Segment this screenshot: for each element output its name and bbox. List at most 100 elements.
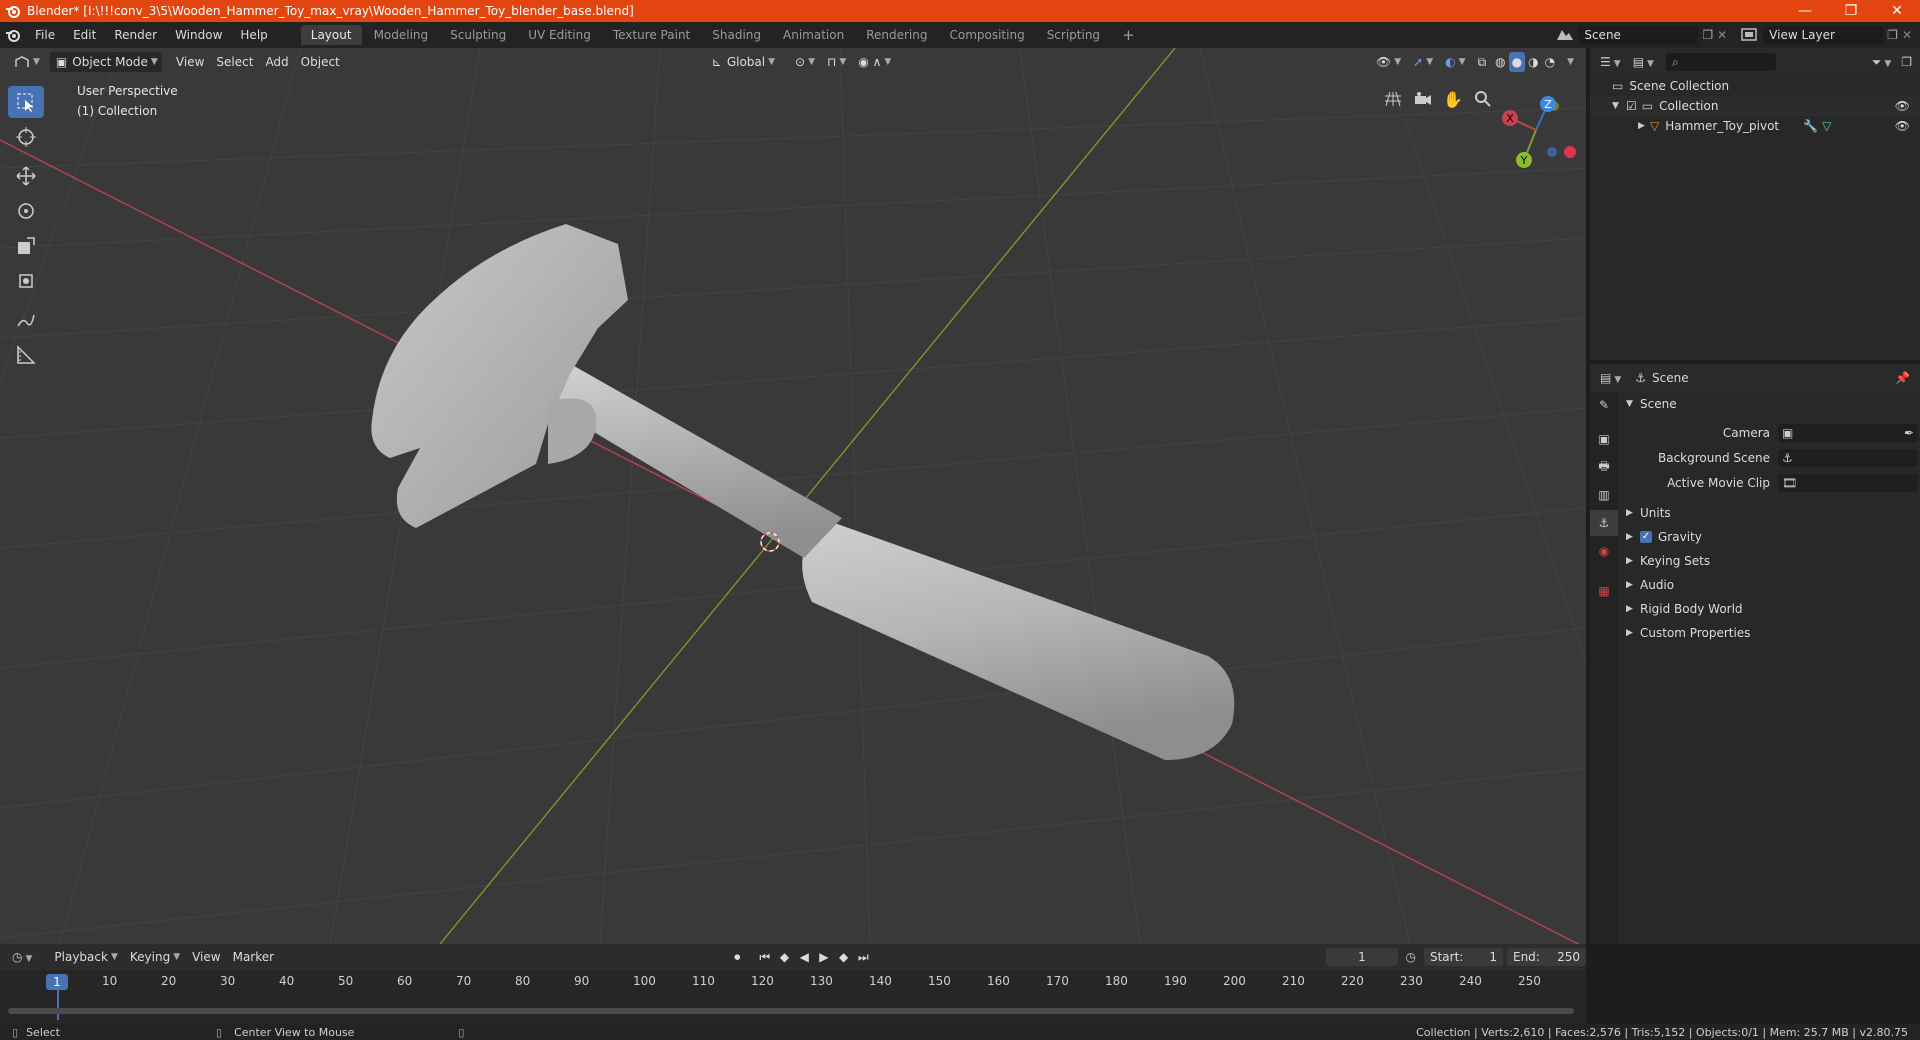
scale-tool[interactable] <box>8 230 44 262</box>
properties-editor-type-icon[interactable]: ▤ ▼ <box>1600 371 1621 385</box>
keying-menu[interactable]: Keying ▼ <box>124 947 186 967</box>
3d-viewport[interactable]: ▼ ▣ Object Mode ▼ View Select Add Object … <box>0 48 1586 944</box>
scene-selector[interactable]: Scene <box>1578 26 1699 44</box>
collection-checkbox[interactable]: ☑ <box>1626 99 1637 113</box>
transform-tool[interactable] <box>8 265 44 297</box>
shading-options-icon[interactable]: ▼ <box>1558 52 1580 72</box>
rotate-tool[interactable] <box>8 195 44 227</box>
timeline-editor-type-icon[interactable]: ◷ ▼ <box>12 950 32 964</box>
tab-texture-paint[interactable]: Texture Paint <box>603 25 700 45</box>
camera-field[interactable]: ▣ ✒ <box>1778 423 1918 442</box>
overlay-toggle-icon[interactable]: ◐ ▼ <box>1439 52 1471 72</box>
tab-render[interactable]: ▣ <box>1590 426 1618 452</box>
filter-icon[interactable]: ⏷ ▼ <box>1872 55 1892 70</box>
gravity-checkbox[interactable]: ✓ <box>1640 531 1652 543</box>
outliner-editor-type-icon[interactable]: ☰ ▼ <box>1600 55 1621 69</box>
tab-shading[interactable]: Shading <box>702 25 771 45</box>
current-frame-indicator[interactable]: 1 <box>46 974 68 990</box>
timeline-ruler[interactable]: 1 10 20 30 40 50 60 70 80 90 100 110 120 130 140 150 16… <box>0 972 1586 1020</box>
view-layer-icon[interactable] <box>1739 26 1761 44</box>
proportional-editing-icon[interactable]: ◉ ∧ ▼ <box>852 52 897 72</box>
new-collection-icon[interactable]: ❐ <box>1901 55 1912 69</box>
modifier-wrench-icon[interactable]: 🔧 <box>1803 119 1818 133</box>
outliner-row-object[interactable]: ▶ ▽ Hammer_Toy_pivot 🔧 ▽ 👁 <box>1590 116 1920 136</box>
tab-uv-editing[interactable]: UV Editing <box>518 25 601 45</box>
tab-texture[interactable]: ▦ <box>1590 578 1618 604</box>
play-reverse-button[interactable]: ◀ <box>794 947 814 967</box>
expand-collection-icon[interactable]: ▼ <box>1612 101 1626 111</box>
viewport-menu-select[interactable]: Select <box>210 52 259 72</box>
tab-view-layer[interactable]: ▥ <box>1590 482 1618 508</box>
viewport-menu-object[interactable]: Object <box>295 52 346 72</box>
outliner-search-input[interactable]: ⌕ <box>1665 53 1776 71</box>
start-frame-field[interactable]: Start: 1 <box>1423 948 1503 966</box>
pin-icon[interactable]: 📌 <box>1895 371 1910 385</box>
maximize-button[interactable]: ❐ <box>1828 0 1874 22</box>
new-view-layer-icon[interactable]: ❐ <box>1887 28 1898 42</box>
jump-start-button[interactable]: ⏮ <box>755 947 775 967</box>
shading-material-icon[interactable]: ◑ <box>1525 52 1541 72</box>
current-frame-field[interactable]: 1 <box>1326 948 1398 966</box>
measure-tool[interactable] <box>8 339 44 371</box>
tab-sculpting[interactable]: Sculpting <box>440 25 516 45</box>
active-movie-clip-field[interactable]: 🎞 <box>1778 473 1918 492</box>
menu-render[interactable]: Render <box>105 22 166 48</box>
scene-panel-header[interactable]: ▼ Scene <box>1618 392 1920 416</box>
transform-orientation-dropdown[interactable]: ⊾ Global ▼ <box>706 52 781 72</box>
outliner-row-scene-collection[interactable]: ▭ Scene Collection <box>1590 76 1920 96</box>
tab-scene[interactable]: ⚓ <box>1590 510 1618 536</box>
shading-wireframe-icon[interactable]: ◍ <box>1492 52 1508 72</box>
xray-toggle-icon[interactable]: ⧉ <box>1472 52 1493 72</box>
rigid-body-world-panel-header[interactable]: ▶ Rigid Body World <box>1618 597 1920 621</box>
play-button[interactable]: ▶ <box>814 947 834 967</box>
view-layer-selector[interactable]: View Layer <box>1763 26 1884 44</box>
tab-compositing[interactable]: Compositing <box>939 25 1034 45</box>
scene-icon[interactable] <box>1554 26 1576 44</box>
toggle-grid-view-icon[interactable] <box>1380 86 1406 112</box>
keying-sets-panel-header[interactable]: ▶ Keying Sets <box>1618 549 1920 573</box>
tab-layout[interactable]: Layout <box>300 25 362 45</box>
marker-menu[interactable]: Marker <box>227 947 280 967</box>
menu-help[interactable]: Help <box>231 22 276 48</box>
tab-tool[interactable]: ✎ <box>1590 392 1618 418</box>
mesh-data-icon[interactable]: ▽ <box>1822 119 1831 133</box>
pivot-point-icon[interactable]: ⊙ ▼ <box>789 52 821 72</box>
close-button[interactable]: ✕ <box>1874 0 1920 22</box>
eyedropper-icon[interactable]: ✒ <box>1904 426 1914 440</box>
move-tool[interactable] <box>8 160 44 192</box>
zoom-view-icon[interactable] <box>1470 86 1496 112</box>
timeline-view-menu[interactable]: View <box>186 947 226 967</box>
outliner-row-collection[interactable]: ▼ ☑ ▭ Collection 👁 <box>1590 96 1920 116</box>
timeline-editor[interactable]: ◷ ▼ Playback ▼ Keying ▼ View Marker ⏺ ⏮ ◆ ◀… <box>0 944 1586 1024</box>
tab-rendering[interactable]: Rendering <box>856 25 937 45</box>
tab-modeling[interactable]: Modeling <box>364 25 439 45</box>
prev-keyframe-button[interactable]: ◆ <box>775 947 795 967</box>
object-visibility-icon[interactable]: 👁 <box>1895 119 1910 133</box>
minimize-button[interactable]: — <box>1782 0 1828 22</box>
visibility-icon[interactable]: 👁 ▼ <box>1370 52 1407 72</box>
menu-window[interactable]: Window <box>166 22 231 48</box>
navigation-gizmo[interactable]: Y Z X <box>1498 94 1578 174</box>
record-button[interactable]: ⏺ <box>727 947 747 967</box>
pan-view-icon[interactable]: ✋ <box>1440 86 1466 112</box>
end-frame-field[interactable]: End: 250 <box>1506 948 1586 966</box>
custom-properties-panel-header[interactable]: ▶ Custom Properties <box>1618 621 1920 645</box>
tab-scripting[interactable]: Scripting <box>1037 25 1110 45</box>
timeline-scrollbar[interactable] <box>8 1008 1574 1014</box>
shading-rendered-icon[interactable]: ◔ <box>1542 52 1558 72</box>
next-keyframe-button[interactable]: ◆ <box>834 947 854 967</box>
background-scene-field[interactable]: ⚓ <box>1778 448 1918 467</box>
delete-view-layer-icon[interactable]: ✕ <box>1902 28 1912 42</box>
editor-type-button[interactable]: ▼ <box>8 52 46 72</box>
gizmo-toggle-icon[interactable]: ➚ ▼ <box>1407 52 1439 72</box>
gravity-panel-header[interactable]: ▶ ✓ Gravity <box>1618 525 1920 549</box>
select-box-tool[interactable] <box>8 86 44 118</box>
add-workspace-button[interactable]: + <box>1112 25 1145 45</box>
shading-solid-icon[interactable]: ● <box>1508 52 1526 72</box>
clock-icon[interactable]: ◷ <box>1406 950 1416 964</box>
snap-icon[interactable]: ⊓ ▼ <box>821 52 852 72</box>
collection-visibility-icon[interactable]: 👁 <box>1895 99 1910 113</box>
object-mode-dropdown[interactable]: ▣ Object Mode ▼ <box>49 52 162 72</box>
playback-menu[interactable]: Playback ▼ <box>48 947 123 967</box>
expand-object-icon[interactable]: ▶ <box>1638 121 1650 131</box>
